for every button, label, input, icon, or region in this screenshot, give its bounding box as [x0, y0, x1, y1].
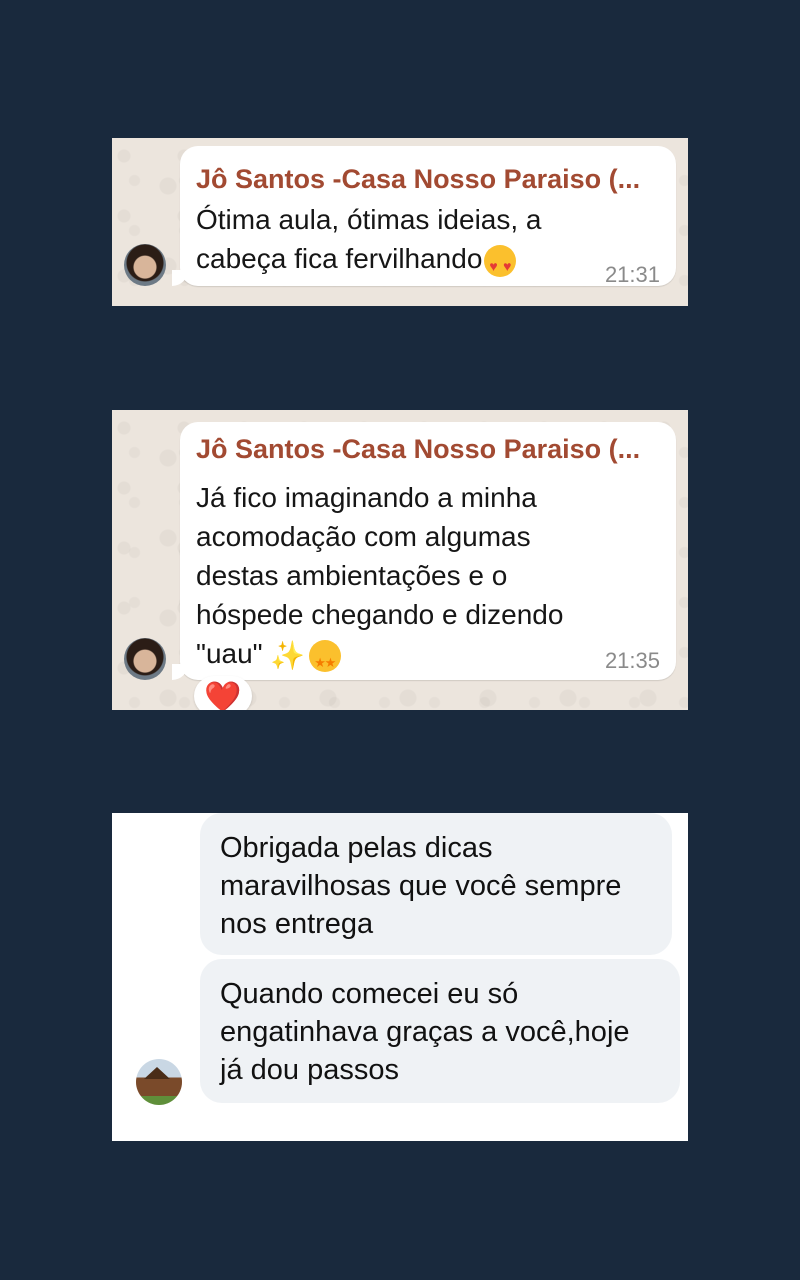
- star-struck-emoji-icon: [309, 639, 342, 682]
- sender-avatar[interactable]: [124, 638, 166, 680]
- sender-avatar[interactable]: [136, 1059, 182, 1105]
- message-bubble[interactable]: Obrigada pelas dicas maravilhosas que vo…: [200, 813, 672, 955]
- message-bubble[interactable]: Jô Santos -Casa Nosso Paraiso (... Ótima…: [172, 146, 676, 287]
- message-bubble[interactable]: Quando comecei eu só engatinhava graças …: [200, 959, 680, 1103]
- sender-name[interactable]: Jô Santos -Casa Nosso Paraiso (...: [196, 434, 640, 465]
- sender-name[interactable]: Jô Santos -Casa Nosso Paraiso (...: [196, 164, 640, 195]
- sparkles-emoji-icon: ✨: [270, 640, 306, 672]
- message-bubble[interactable]: Jô Santos -Casa Nosso Paraiso (... Já fi…: [172, 422, 676, 682]
- message-text: Obrigada pelas dicas maravilhosas que vo…: [220, 832, 622, 940]
- heart-reaction-icon[interactable]: ❤️: [194, 676, 252, 710]
- message-time: 21:31: [604, 262, 660, 287]
- message-text: Ótima aula, ótimas ideias, a cabeça fica…: [196, 200, 542, 286]
- chat-screenshot-2: Jô Santos -Casa Nosso Paraiso (... Já fi…: [112, 410, 688, 710]
- sender-avatar[interactable]: [124, 244, 166, 286]
- heart-eyes-emoji-icon: [484, 244, 517, 286]
- message-body: Já fico imaginando a minha acomodação co…: [196, 482, 564, 669]
- message-text: Já fico imaginando a minha acomodação co…: [196, 478, 564, 682]
- chat-screenshot-3: Obrigada pelas dicas maravilhosas que vo…: [112, 813, 688, 1141]
- chat-screenshot-1: Jô Santos -Casa Nosso Paraiso (... Ótima…: [112, 138, 688, 306]
- message-time: 21:35: [604, 648, 660, 673]
- message-text: Quando comecei eu só engatinhava graças …: [220, 978, 630, 1086]
- cabin-icon: [144, 1067, 170, 1079]
